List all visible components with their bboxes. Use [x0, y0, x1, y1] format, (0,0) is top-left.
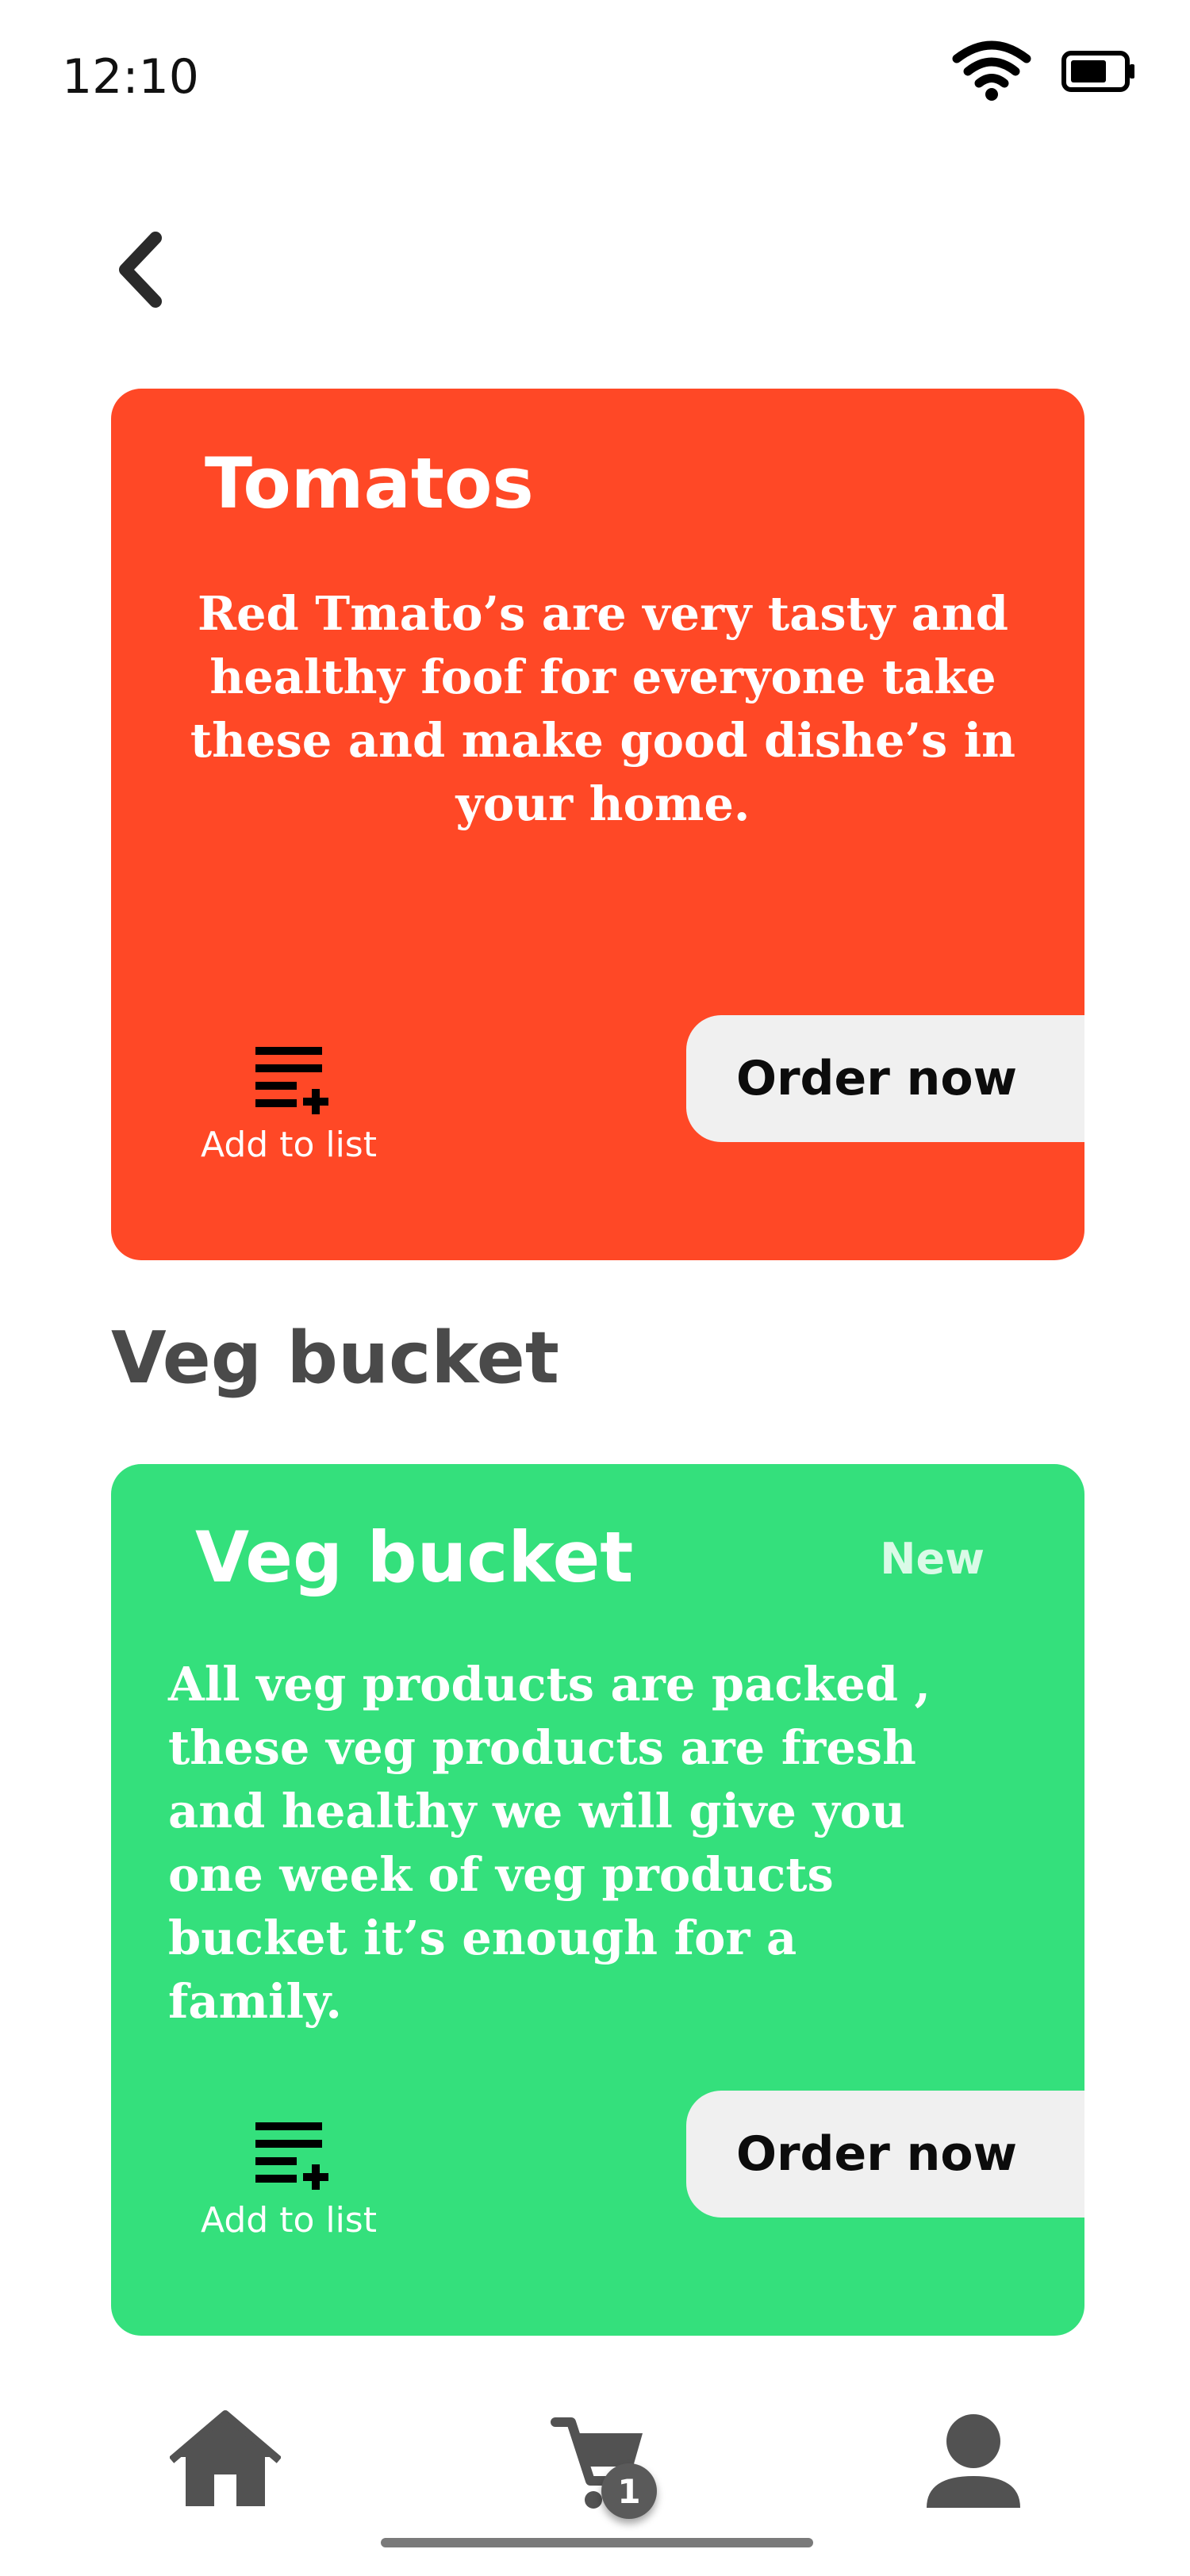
new-badge: New	[880, 1534, 985, 1584]
product-card-veg-bucket: Veg bucket New All veg products are pack…	[111, 1464, 1084, 2336]
order-now-button[interactable]: Order now	[686, 2091, 1084, 2218]
cart-count-badge: 1	[601, 2463, 657, 2519]
wifi-icon	[952, 40, 1031, 101]
add-to-list-button[interactable]: Add to list	[194, 1039, 384, 1182]
status-time: 12:10	[62, 49, 199, 105]
section-heading: Veg bucket	[111, 1317, 559, 1400]
back-button[interactable]	[103, 222, 182, 317]
add-to-list-label: Add to list	[201, 1125, 377, 1165]
nav-profile-button[interactable]	[922, 2409, 1025, 2513]
home-icon	[168, 2410, 282, 2506]
nav-home-button[interactable]	[168, 2408, 282, 2511]
status-bar: 12:10	[0, 0, 1190, 159]
add-to-list-label: Add to list	[201, 2200, 377, 2241]
playlist-add-icon	[255, 2122, 328, 2190]
playlist-add-icon	[255, 1047, 328, 1114]
product-card-tomatos: Tomatos Red Tmato’s are very tasty and h…	[111, 389, 1084, 1260]
chevron-left-icon	[119, 232, 162, 308]
card-title: Veg bucket	[195, 1516, 634, 1598]
card-title: Tomatos	[205, 443, 534, 524]
person-icon	[927, 2414, 1020, 2508]
home-indicator	[381, 2538, 813, 2547]
nav-cart-button[interactable]: 1	[547, 2408, 674, 2527]
add-to-list-button[interactable]: Add to list	[194, 2114, 384, 2257]
order-now-button[interactable]: Order now	[686, 1015, 1084, 1142]
card-description: All veg products are packed , these veg …	[168, 1657, 931, 2029]
battery-icon	[1061, 51, 1134, 92]
card-description: Red Tmato’s are very tasty and healthy f…	[190, 586, 1016, 831]
